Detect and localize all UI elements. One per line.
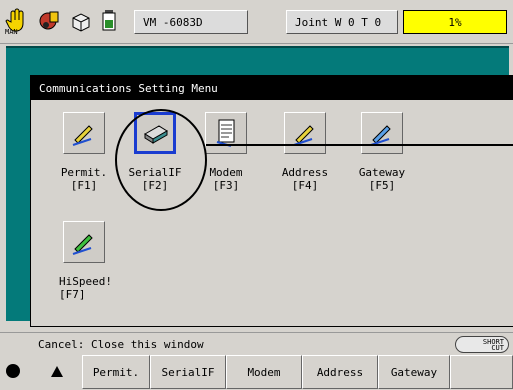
shortcut-button[interactable]: SHORT CUT — [455, 336, 509, 353]
shortcut-label-bottom: CUT — [491, 344, 504, 352]
up-arrow-icon[interactable] — [34, 357, 80, 387]
fkey-permit-button[interactable]: Permit. — [82, 355, 150, 389]
annotation-callout — [115, 109, 513, 211]
fkey-gateway-button[interactable]: Gateway — [378, 355, 450, 389]
fkey-empty-button[interactable] — [450, 355, 513, 389]
record-icon[interactable] — [6, 364, 20, 378]
status-bar: Cancel: Close this window SHORT CUT — [0, 332, 513, 354]
fkey-serialif-button[interactable]: SerialIF — [150, 355, 226, 389]
fkey-address-button[interactable]: Address — [302, 355, 378, 389]
status-text: Cancel: Close this window — [38, 338, 204, 351]
fkey-modem-button[interactable]: Modem — [226, 355, 302, 389]
function-key-bar: Permit. SerialIF Modem Address Gateway — [0, 355, 513, 389]
